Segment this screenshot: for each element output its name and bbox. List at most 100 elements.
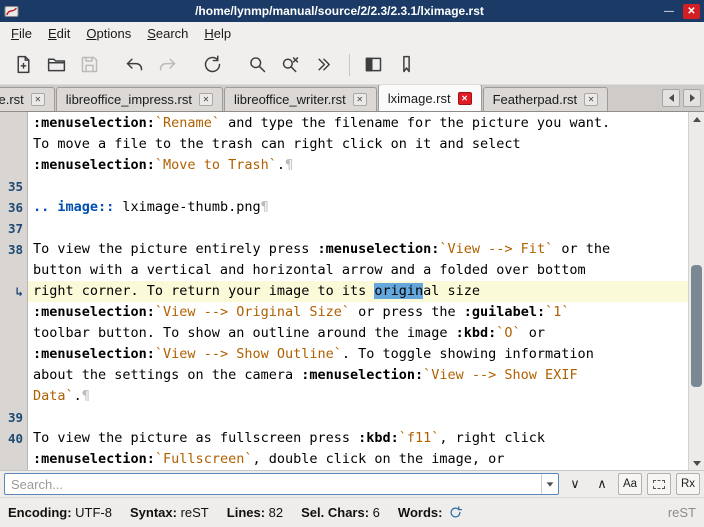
featherpad-app-icon xyxy=(4,5,19,18)
code-text: :menuselection: xyxy=(33,304,155,320)
code-text: `Move to Trash` xyxy=(155,157,277,173)
toolbar xyxy=(0,45,704,85)
tab-close-icon[interactable]: ✕ xyxy=(353,93,367,106)
code-line[interactable] xyxy=(28,176,688,197)
status-label: Words: xyxy=(398,505,443,520)
code-text: :menuselection: xyxy=(317,241,439,257)
code-text: and type the filename for the picture yo… xyxy=(220,115,610,131)
code-line[interactable]: about the settings on the camera :menuse… xyxy=(28,365,688,386)
menu-item-search[interactable]: Search xyxy=(139,23,196,44)
text-area[interactable]: :menuselection:`Rename` and type the fil… xyxy=(28,112,688,470)
search-previous-button[interactable]: ∧ xyxy=(591,473,613,495)
minimize-button[interactable]: — xyxy=(660,4,678,19)
status-field-words: Words: xyxy=(398,505,443,520)
reload-button[interactable] xyxy=(199,52,225,78)
menu-item-help[interactable]: Help xyxy=(196,23,239,44)
code-text: or the xyxy=(553,241,610,257)
status-field-syntax: Syntax: reST xyxy=(130,505,209,520)
code-text: :menuselection: xyxy=(33,115,155,131)
status-value: 6 xyxy=(369,505,380,520)
menu-item-file[interactable]: File xyxy=(3,23,40,44)
close-button[interactable]: ✕ xyxy=(683,4,700,19)
syntax-indicator[interactable]: reST xyxy=(668,505,696,520)
bookmark-button[interactable] xyxy=(393,52,419,78)
code-text: `View --> Show Outline` xyxy=(155,346,342,362)
tab-libreoffice_writer-rst[interactable]: libreoffice_writer.rst✕ xyxy=(224,87,377,111)
code-line[interactable]: To move a file to the trash can right cl… xyxy=(28,134,688,155)
tab-lximage-rst[interactable]: lximage.rst✕ xyxy=(378,85,482,111)
code-text: :menuselection: xyxy=(33,157,155,173)
status-value: reST xyxy=(177,505,209,520)
whole-words-button[interactable] xyxy=(647,473,671,495)
tab-scroll-right-button[interactable] xyxy=(683,89,701,107)
find-button[interactable] xyxy=(244,52,270,78)
tab-scroll-left-button[interactable] xyxy=(662,89,680,107)
titlebar[interactable]: /home/lynmp/manual/source/2/2.3/2.3.1/lx… xyxy=(0,0,704,22)
status-bar: Encoding: UTF-8Syntax: reSTLines: 82Sel.… xyxy=(0,497,704,527)
undo-button[interactable] xyxy=(121,52,147,78)
tab-close-icon[interactable]: ✕ xyxy=(199,93,213,106)
vertical-scrollbar[interactable] xyxy=(688,112,704,470)
tab-close-icon[interactable]: ✕ xyxy=(31,93,45,106)
tab-close-icon[interactable]: ✕ xyxy=(458,92,472,105)
menu-item-options[interactable]: Options xyxy=(78,23,139,44)
code-line[interactable]: :menuselection:`Rename` and type the fil… xyxy=(28,113,688,134)
line-number: 40 xyxy=(0,428,23,449)
line-number: 37 xyxy=(0,218,23,239)
status-label: Syntax: xyxy=(130,505,177,520)
scrollbar-thumb[interactable] xyxy=(691,265,702,387)
scrollbar-track[interactable] xyxy=(689,126,704,456)
up-arrow-icon xyxy=(693,117,701,122)
new-file-button[interactable] xyxy=(10,52,36,78)
code-text: `Rename` xyxy=(155,115,220,131)
toolbar-separator xyxy=(349,54,350,76)
line-number xyxy=(0,155,23,176)
code-line[interactable] xyxy=(28,407,688,428)
search-input[interactable] xyxy=(5,477,541,492)
line-number: ↳ xyxy=(0,281,23,302)
code-line[interactable] xyxy=(28,218,688,239)
code-line[interactable]: :menuselection:`View --> Show Outline`. … xyxy=(28,344,688,365)
code-line[interactable]: :menuselection:`View --> Original Size` … xyxy=(28,302,688,323)
jump-to-button[interactable] xyxy=(310,52,336,78)
open-file-button[interactable] xyxy=(43,52,69,78)
tab-label: libreoffice_impress.rst xyxy=(66,92,192,107)
code-text: `View --> Fit` xyxy=(439,241,553,257)
find-and-replace-button[interactable] xyxy=(277,52,303,78)
code-line[interactable]: Data`.¶ xyxy=(28,386,688,407)
code-text: ¶ xyxy=(82,388,90,404)
tab-label: Featherpad.rst xyxy=(493,92,578,107)
status-field-selchars: Sel. Chars: 6 xyxy=(301,505,380,520)
search-next-button[interactable]: ∨ xyxy=(564,473,586,495)
code-line[interactable]: :menuselection:`Move to Trash`.¶ xyxy=(28,155,688,176)
code-line[interactable]: right corner. To return your image to it… xyxy=(28,281,688,302)
code-text: To view the picture as fullscreen press xyxy=(33,430,358,446)
regex-button[interactable]: Rx xyxy=(676,473,700,495)
code-line[interactable]: .. image:: lximage-thumb.png¶ xyxy=(28,197,688,218)
tab-ce-rst[interactable]: ce.rst✕ xyxy=(0,87,55,111)
redo-arrow-icon xyxy=(157,54,178,75)
status-value: UTF-8 xyxy=(72,505,112,520)
scroll-up-button[interactable] xyxy=(689,112,704,126)
double-chevron-icon xyxy=(313,54,334,75)
code-line[interactable]: To view the picture as fullscreen press … xyxy=(28,428,688,449)
code-text: Data` xyxy=(33,388,74,404)
side-pane-button[interactable] xyxy=(360,52,386,78)
tab-libreoffice_impress-rst[interactable]: libreoffice_impress.rst ✕ xyxy=(56,87,223,111)
menu-item-edit[interactable]: Edit xyxy=(40,23,78,44)
code-line[interactable]: To view the picture entirely press :menu… xyxy=(28,239,688,260)
code-line[interactable]: toolbar button. To show an outline aroun… xyxy=(28,323,688,344)
match-case-button[interactable]: Aa xyxy=(618,473,642,495)
code-text: To move a file to the trash can right cl… xyxy=(33,136,521,152)
word-count-refresh-button[interactable] xyxy=(448,505,463,520)
code-text: . xyxy=(277,157,285,173)
menubar: FileEditOptionsSearchHelp xyxy=(0,22,704,45)
code-line[interactable]: button with a vertical and horizontal ar… xyxy=(28,260,688,281)
tab-close-icon[interactable]: ✕ xyxy=(584,93,598,106)
code-line[interactable]: :menuselection:`Fullscreen`, double clic… xyxy=(28,449,688,470)
scroll-down-button[interactable] xyxy=(689,456,704,470)
code-text: ¶ xyxy=(285,157,293,173)
down-arrow-icon xyxy=(693,461,701,466)
tab-Featherpad-rst[interactable]: Featherpad.rst ✕ xyxy=(483,87,609,111)
search-history-dropdown[interactable] xyxy=(541,474,558,494)
